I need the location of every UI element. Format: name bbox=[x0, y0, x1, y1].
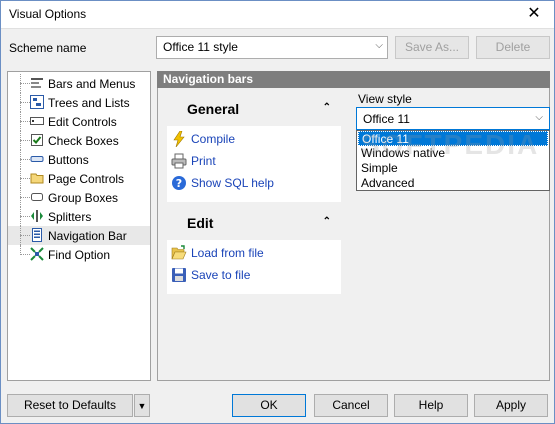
lightning-icon bbox=[171, 130, 187, 148]
nav-group-general-header[interactable]: General ⌃ bbox=[167, 92, 341, 126]
nav-group-general: General ⌃ Compile Print ? Show SQL help bbox=[167, 92, 341, 202]
nav-group-edit-header[interactable]: Edit ⌃ bbox=[167, 206, 341, 240]
trees-lists-icon bbox=[30, 95, 44, 109]
tree-item-trees-and-lists[interactable]: Trees and Lists bbox=[8, 93, 150, 112]
folder-tab-icon bbox=[30, 171, 44, 185]
printer-icon bbox=[171, 153, 187, 169]
options-tree[interactable]: Bars and Menus Trees and Lists Edit Cont… bbox=[7, 71, 151, 381]
group-box-icon bbox=[30, 190, 44, 204]
splitter-icon bbox=[30, 209, 44, 223]
collapse-icon[interactable]: ⌃ bbox=[323, 216, 331, 227]
tree-item-navigation-bar[interactable]: Navigation Bar bbox=[8, 226, 150, 245]
tree-item-splitters[interactable]: Splitters bbox=[8, 207, 150, 226]
delete-button[interactable]: Delete bbox=[476, 36, 550, 59]
find-option-icon bbox=[30, 247, 44, 261]
view-style-option[interactable]: Simple bbox=[358, 161, 548, 176]
view-style-value: Office 11 bbox=[363, 112, 410, 126]
folder-open-icon bbox=[171, 245, 187, 261]
svg-text:?: ? bbox=[176, 177, 182, 190]
tree-item-bars-and-menus[interactable]: Bars and Menus bbox=[8, 74, 150, 93]
print-link[interactable]: Print bbox=[171, 151, 336, 171]
reset-dropdown-button[interactable]: ▼ bbox=[134, 394, 150, 417]
navigation-bar-icon bbox=[30, 228, 44, 242]
save-to-file-link[interactable]: Save to file bbox=[171, 265, 336, 285]
view-style-option[interactable]: Advanced bbox=[358, 176, 548, 191]
caret-down-icon: ▼ bbox=[137, 401, 147, 411]
reset-to-defaults-button[interactable]: Reset to Defaults bbox=[7, 394, 133, 417]
edit-controls-icon bbox=[30, 114, 44, 128]
panel-header: Navigation bars bbox=[157, 71, 550, 88]
cancel-button[interactable]: Cancel bbox=[314, 394, 388, 417]
view-style-label: View style bbox=[358, 92, 412, 106]
tree-item-page-controls[interactable]: Page Controls bbox=[8, 169, 150, 188]
nav-group-title: General bbox=[187, 101, 240, 117]
tree-item-check-boxes[interactable]: Check Boxes bbox=[8, 131, 150, 150]
scheme-name-select[interactable]: Office 11 style ⌵ bbox=[156, 36, 388, 59]
tree-item-group-boxes[interactable]: Group Boxes bbox=[8, 188, 150, 207]
nav-group-edit: Edit ⌃ Load from file Save to file bbox=[167, 206, 341, 294]
check-box-icon bbox=[30, 133, 44, 147]
tree-item-buttons[interactable]: Buttons bbox=[8, 150, 150, 169]
ok-button[interactable]: OK bbox=[232, 394, 306, 417]
help-button[interactable]: Help bbox=[394, 394, 468, 417]
floppy-disk-icon bbox=[171, 267, 187, 283]
bars-menus-icon bbox=[30, 76, 44, 90]
view-style-select[interactable]: Office 11 ⌵ bbox=[356, 107, 550, 130]
show-sql-help-link[interactable]: ? Show SQL help bbox=[171, 173, 336, 193]
tree-item-find-option[interactable]: Find Option bbox=[8, 245, 150, 264]
tree-item-edit-controls[interactable]: Edit Controls bbox=[8, 112, 150, 131]
view-style-option[interactable]: Office 11 bbox=[358, 131, 548, 146]
scheme-name-value: Office 11 style bbox=[163, 40, 238, 54]
load-from-file-link[interactable]: Load from file bbox=[171, 243, 336, 263]
title-bar: Visual Options ✕ bbox=[1, 1, 554, 29]
view-style-option[interactable]: Windows native bbox=[358, 146, 548, 161]
chevron-down-icon: ⌵ bbox=[375, 40, 383, 51]
nav-group-title: Edit bbox=[187, 215, 214, 231]
apply-button[interactable]: Apply bbox=[474, 394, 548, 417]
scheme-name-label: Scheme name bbox=[9, 41, 87, 55]
visual-options-window: Visual Options ✕ Scheme name Office 11 s… bbox=[0, 0, 555, 424]
close-button[interactable]: ✕ bbox=[522, 3, 546, 25]
compile-link[interactable]: Compile bbox=[171, 129, 336, 149]
button-icon bbox=[30, 152, 44, 166]
view-style-dropdown-list[interactable]: Office 11 Windows native Simple Advanced bbox=[356, 130, 550, 191]
chevron-down-icon: ⌵ bbox=[535, 112, 543, 123]
help-icon: ? bbox=[171, 175, 187, 191]
window-title: Visual Options bbox=[9, 7, 87, 21]
collapse-icon[interactable]: ⌃ bbox=[323, 102, 331, 113]
save-as-button[interactable]: Save As... bbox=[395, 36, 469, 59]
